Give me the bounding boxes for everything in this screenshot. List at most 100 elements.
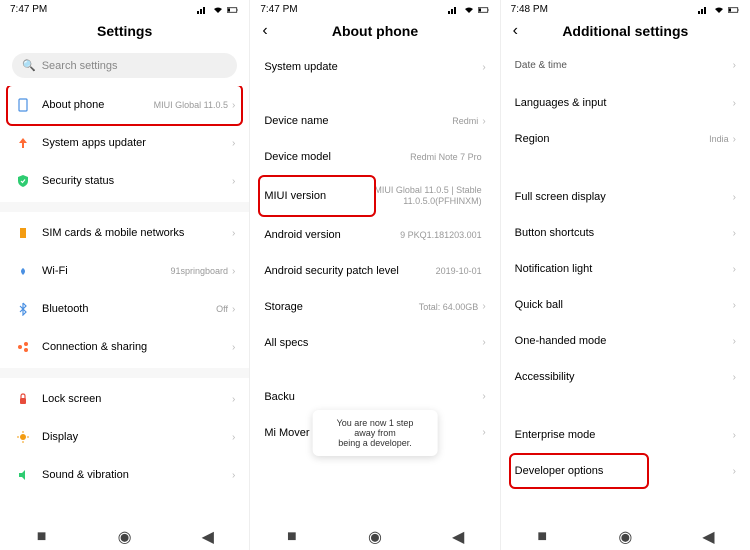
back-icon[interactable]: ‹ <box>262 22 267 40</box>
chevron-right-icon: › <box>232 100 235 111</box>
row-full-screen-display[interactable]: Full screen display › <box>501 179 750 215</box>
chevron-right-icon: › <box>733 466 736 477</box>
chevron-right-icon: › <box>733 192 736 203</box>
row-one-handed-mode[interactable]: One-handed mode › <box>501 323 750 359</box>
back-button[interactable]: ◀ <box>701 530 715 544</box>
home-button[interactable]: ◉ <box>368 530 382 544</box>
battery-icon <box>478 6 490 14</box>
page-title: Additional settings <box>513 23 738 39</box>
row-display[interactable]: Display › <box>0 418 249 456</box>
wifi-icon <box>463 6 475 14</box>
recents-button[interactable]: ■ <box>535 530 549 544</box>
arrow-up-icon <box>14 134 32 152</box>
row-storage[interactable]: Storage Total: 64.00GB › <box>250 289 499 325</box>
recents-button[interactable]: ■ <box>35 530 49 544</box>
back-button[interactable]: ◀ <box>201 530 215 544</box>
row-device-model[interactable]: Device model Redmi Note 7 Pro <box>250 139 499 175</box>
settings-list: About phone MIUI Global 11.0.5 › System … <box>0 86 249 522</box>
chevron-right-icon: › <box>733 98 736 109</box>
status-icons <box>698 6 740 14</box>
row-sim-cards[interactable]: SIM cards & mobile networks › <box>0 214 249 252</box>
share-icon <box>14 338 32 356</box>
spacer <box>250 361 499 379</box>
row-all-specs[interactable]: All specs › <box>250 325 499 361</box>
chevron-right-icon: › <box>482 391 485 402</box>
nav-bar: ■ ◉ ◀ <box>501 522 750 550</box>
signal-icon <box>448 6 460 14</box>
chevron-right-icon: › <box>482 337 485 348</box>
back-icon[interactable]: ‹ <box>513 22 518 40</box>
wifi-icon <box>14 262 32 280</box>
chevron-right-icon: › <box>232 432 235 443</box>
page-title: Settings <box>12 23 237 39</box>
bluetooth-icon <box>14 300 32 318</box>
row-system-apps-updater[interactable]: System apps updater › <box>0 124 249 162</box>
back-button[interactable]: ◀ <box>451 530 465 544</box>
row-android-version[interactable]: Android version 9 PKQ1.181203.001 <box>250 217 499 253</box>
row-date-time[interactable]: Date & time › <box>501 49 750 85</box>
row-button-shortcuts[interactable]: Button shortcuts › <box>501 215 750 251</box>
row-accessibility[interactable]: Accessibility › <box>501 359 750 395</box>
chevron-right-icon: › <box>232 342 235 353</box>
row-wifi[interactable]: Wi-Fi 91springboard › <box>0 252 249 290</box>
row-miui-version[interactable]: MIUI version MIUI Global 11.0.5 | Stable… <box>250 175 499 217</box>
row-bluetooth[interactable]: Bluetooth Off › <box>0 290 249 328</box>
row-device-name[interactable]: Device name Redmi › <box>250 103 499 139</box>
additional-list: Date & time › Languages & input › Region… <box>501 49 750 522</box>
home-button[interactable]: ◉ <box>118 530 132 544</box>
chevron-right-icon: › <box>482 427 485 438</box>
header: Settings <box>0 17 249 49</box>
divider <box>0 368 249 378</box>
phone-icon <box>14 96 32 114</box>
wifi-icon <box>212 6 224 14</box>
row-about-phone[interactable]: About phone MIUI Global 11.0.5 › <box>0 86 249 124</box>
sim-icon <box>14 224 32 242</box>
row-connection-sharing[interactable]: Connection & sharing › <box>0 328 249 366</box>
chevron-right-icon: › <box>733 134 736 145</box>
settings-screen: 7:47 PM Settings 🔍 Search settings About… <box>0 0 250 550</box>
clock: 7:47 PM <box>260 4 297 15</box>
chevron-right-icon: › <box>232 470 235 481</box>
clock: 7:48 PM <box>511 4 548 15</box>
row-security-status[interactable]: Security status › <box>0 162 249 200</box>
chevron-right-icon: › <box>482 116 485 127</box>
search-icon: 🔍 <box>22 59 36 72</box>
speaker-icon <box>14 466 32 484</box>
row-sound-vibration[interactable]: Sound & vibration › <box>0 456 249 494</box>
wifi-icon <box>713 6 725 14</box>
status-icons <box>197 6 239 14</box>
row-quick-ball[interactable]: Quick ball › <box>501 287 750 323</box>
status-bar: 7:47 PM <box>0 0 249 17</box>
home-button[interactable]: ◉ <box>618 530 632 544</box>
status-icons <box>448 6 490 14</box>
chevron-right-icon: › <box>482 301 485 312</box>
developer-toast: You are now 1 step away from being a dev… <box>313 410 438 456</box>
row-developer-options[interactable]: Developer options › <box>501 453 750 489</box>
row-languages-input[interactable]: Languages & input › <box>501 85 750 121</box>
chevron-right-icon: › <box>733 264 736 275</box>
row-system-update[interactable]: System update › <box>250 49 499 85</box>
chevron-right-icon: › <box>232 176 235 187</box>
search-bar[interactable]: 🔍 Search settings <box>12 53 237 78</box>
row-region[interactable]: Region India › <box>501 121 750 157</box>
battery-icon <box>728 6 740 14</box>
row-lock-screen[interactable]: Lock screen › <box>0 380 249 418</box>
chevron-right-icon: › <box>232 266 235 277</box>
row-security-patch[interactable]: Android security patch level 2019-10-01 <box>250 253 499 289</box>
status-bar: 7:48 PM <box>501 0 750 17</box>
row-notification-light[interactable]: Notification light › <box>501 251 750 287</box>
battery-icon <box>227 6 239 14</box>
recents-button[interactable]: ■ <box>285 530 299 544</box>
header: ‹ Additional settings <box>501 17 750 49</box>
nav-bar: ■ ◉ ◀ <box>0 522 249 550</box>
shield-icon <box>14 172 32 190</box>
row-enterprise-mode[interactable]: Enterprise mode › <box>501 417 750 453</box>
clock: 7:47 PM <box>10 4 47 15</box>
page-title: About phone <box>262 23 487 39</box>
chevron-right-icon: › <box>482 62 485 73</box>
spacer <box>501 395 750 417</box>
spacer <box>501 157 750 179</box>
status-bar: 7:47 PM <box>250 0 499 17</box>
chevron-right-icon: › <box>232 394 235 405</box>
sun-icon <box>14 428 32 446</box>
